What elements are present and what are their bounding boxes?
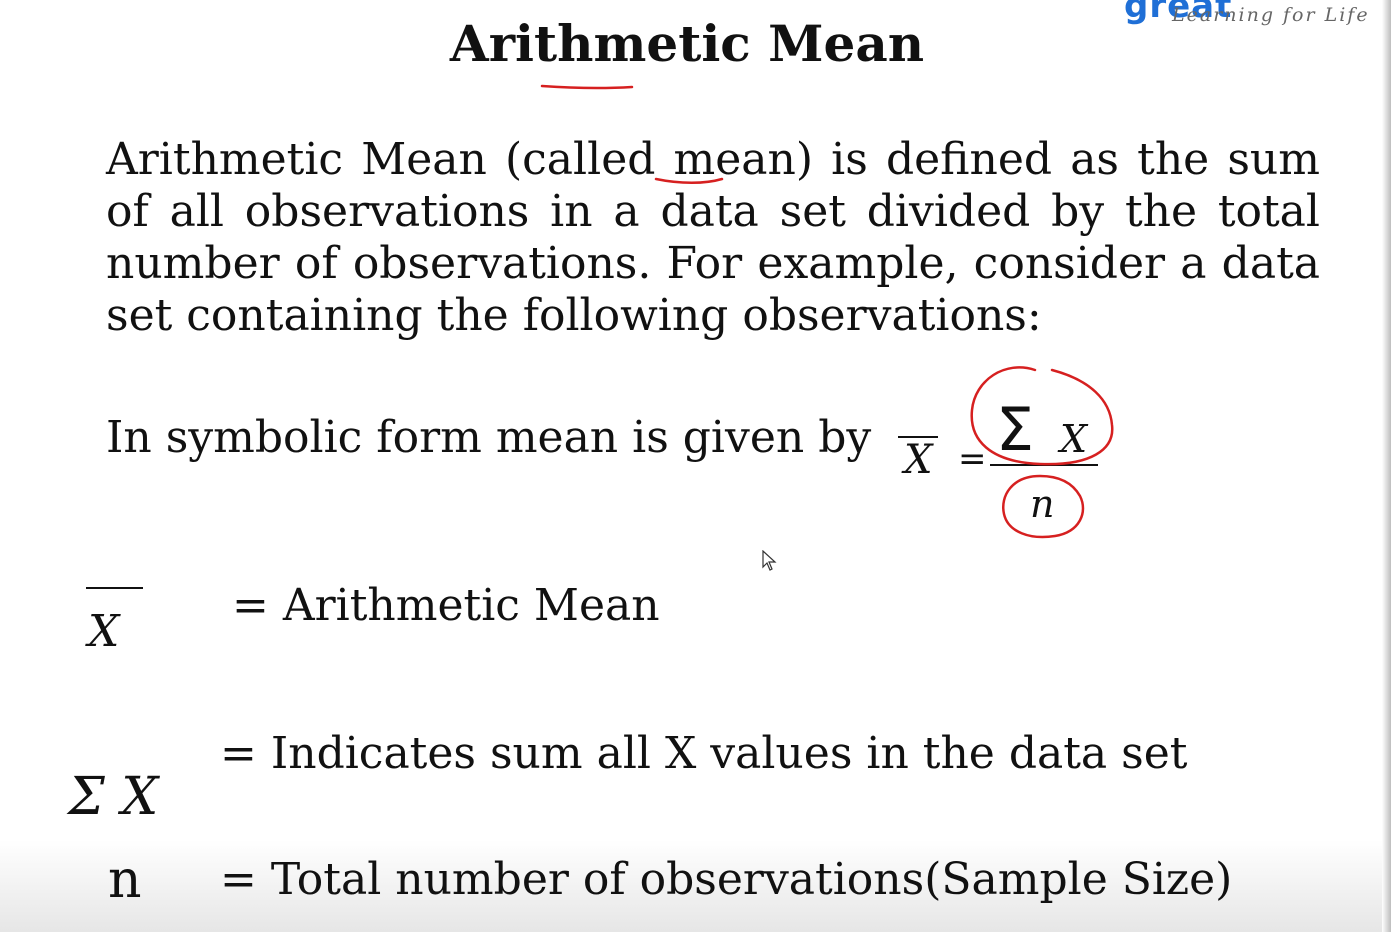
definition-n: = Total number of observations(Sample Si… [220, 854, 1233, 905]
mouse-pointer-icon [762, 550, 777, 571]
formula-equals: = [958, 439, 987, 479]
definition-mean: = Arithmetic Mean [232, 580, 660, 631]
slide-edge [1382, 0, 1391, 932]
title-underline-stroke [540, 84, 634, 90]
symbolic-form-text: In symbolic form mean is given by [106, 412, 872, 463]
sum-x-symbol-text: Σ X [66, 767, 160, 827]
xbar-symbol-letter: X [85, 606, 121, 657]
definition-paragraph: Arithmetic Mean (called mean) is defined… [106, 134, 1320, 341]
definition-sum: = Indicates sum all X values in the data… [220, 728, 1188, 779]
mean-formula: X = Σ X n [898, 395, 1098, 526]
formula-denominator: n [1030, 482, 1054, 526]
sum-x-symbol: Σ X [66, 767, 160, 827]
formula-lhs: X [901, 437, 934, 483]
n-symbol: n [108, 850, 142, 910]
formula-numerator-var: X [1057, 417, 1089, 461]
slide-title: Arithmetic Mean [449, 14, 925, 73]
sum-symbol: Σ [996, 395, 1034, 465]
xbar-symbol: X [85, 587, 143, 657]
